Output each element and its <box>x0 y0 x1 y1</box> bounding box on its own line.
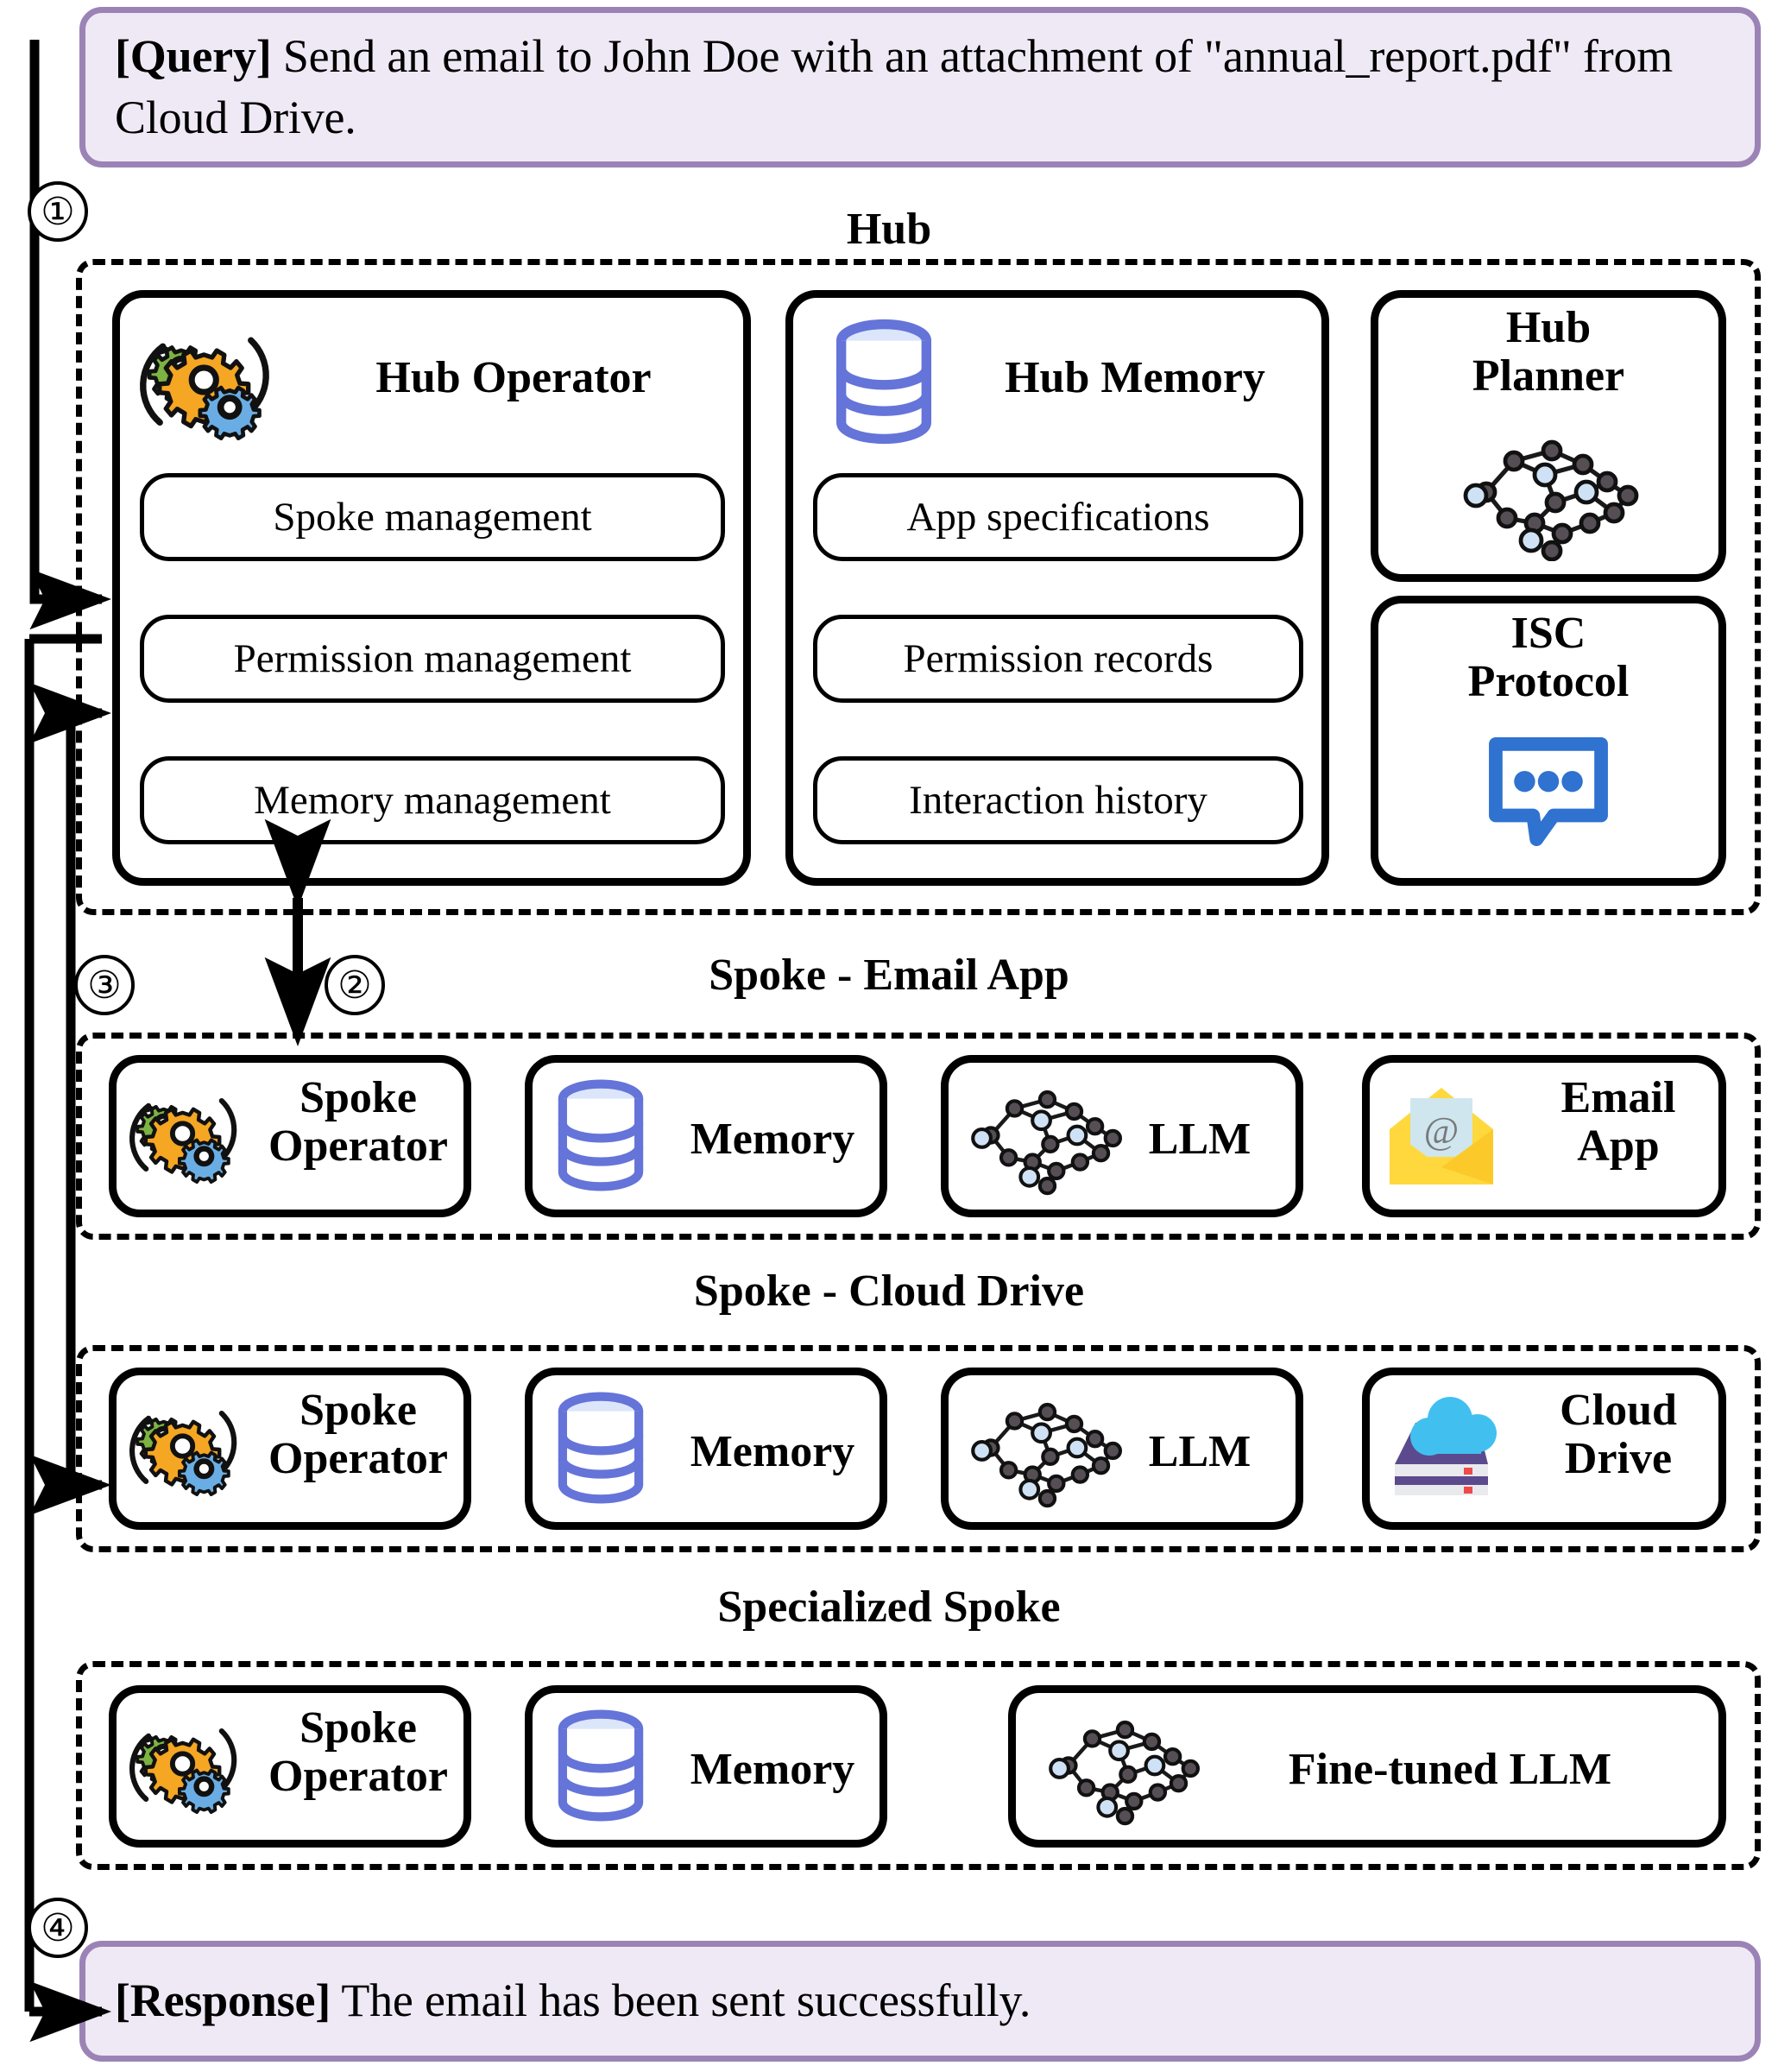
label-line2: Drive <box>1564 1434 1673 1484</box>
spoke-email-operator-label: Spoke Operator <box>259 1073 457 1172</box>
isc-protocol-heading-line2: Protocol <box>1467 657 1630 707</box>
hub-planner-heading: Hub Planner <box>1371 303 1726 401</box>
specialized-operator-label: Spoke Operator <box>259 1703 457 1802</box>
step-number-3: ③ <box>74 955 135 1015</box>
response-label: [Response] <box>115 1974 331 2027</box>
neural-network-icon <box>1049 1720 1200 1826</box>
label-line1: Spoke <box>299 1073 417 1122</box>
hub-operator-item-3[interactable]: Memory management <box>140 756 725 844</box>
label-line2: Operator <box>268 1434 448 1484</box>
step-number-4: ④ <box>28 1898 88 1958</box>
email-envelope-icon: @ <box>1390 1088 1493 1184</box>
gears-icon <box>129 1410 237 1497</box>
specialized-spoke-title: Specialized Spoke <box>717 1582 1061 1632</box>
hub-planner-heading-line1: Hub <box>1505 303 1592 352</box>
label-line2: Operator <box>268 1752 448 1802</box>
cloud-drive-icon <box>1395 1397 1497 1495</box>
isc-protocol-heading: ISC Protocol <box>1371 609 1726 707</box>
isc-protocol-heading-line1: ISC <box>1510 609 1586 658</box>
database-icon <box>558 1392 644 1504</box>
spoke-cloud-memory-label: Memory <box>690 1427 855 1476</box>
query-text: [Query] Send an email to John Doe with a… <box>115 26 1725 149</box>
label-line1: Email <box>1560 1073 1676 1122</box>
response-banner: [Response] The email has been sent succe… <box>79 1941 1761 2062</box>
label-line1: Spoke <box>299 1703 417 1753</box>
database-icon <box>558 1709 644 1822</box>
hub-title: Hub <box>846 205 932 254</box>
hub-memory-heading: Hub Memory <box>1005 353 1265 402</box>
response-body: The email has been sent successfully. <box>331 1974 1031 2027</box>
step-number-2: ② <box>325 955 385 1015</box>
spoke-email-llm-label: LLM <box>1148 1115 1252 1164</box>
database-icon <box>835 319 932 445</box>
hub-memory-item-3[interactable]: Interaction history <box>813 756 1303 844</box>
response-text: [Response] The email has been sent succe… <box>115 1970 1725 2031</box>
neural-network-icon <box>971 1090 1122 1196</box>
query-label: [Query] <box>115 29 272 82</box>
gears-icon <box>129 1728 237 1815</box>
label-line1: Cloud <box>1560 1386 1677 1435</box>
label-line2: Operator <box>268 1121 448 1172</box>
hub-operator-heading: Hub Operator <box>375 353 652 402</box>
spoke-cloud-title: Spoke - Cloud Drive <box>693 1267 1085 1316</box>
hub-memory-item-1[interactable]: App specifications <box>813 473 1303 561</box>
hub-memory-item-2[interactable]: Permission records <box>813 615 1303 703</box>
step-number-1: ① <box>28 181 88 242</box>
spoke-cloud-operator-label: Spoke Operator <box>259 1386 457 1484</box>
specialized-memory-label: Memory <box>690 1745 855 1794</box>
speech-bubble-icon <box>1489 736 1608 846</box>
label-line2: App <box>1577 1121 1660 1172</box>
gears-icon <box>129 1097 237 1184</box>
spoke-cloud-drive-label: Cloud Drive <box>1519 1386 1718 1484</box>
spoke-email-memory-label: Memory <box>690 1115 855 1164</box>
svg-text:@: @ <box>1424 1109 1460 1152</box>
gears-icon <box>140 337 269 440</box>
spoke-cloud-llm-label: LLM <box>1148 1427 1252 1476</box>
label-line1: Spoke <box>299 1386 417 1435</box>
query-body: Send an email to John Doe with an attach… <box>115 29 1674 143</box>
spoke-email-title: Spoke - Email App <box>709 951 1069 1000</box>
query-banner: [Query] Send an email to John Doe with a… <box>79 7 1761 167</box>
specialized-finetuned-llm-label: Fine-tuned LLM <box>1288 1745 1612 1794</box>
neural-network-icon <box>971 1402 1122 1508</box>
database-icon <box>558 1079 644 1191</box>
hub-operator-item-2[interactable]: Permission management <box>140 615 725 703</box>
hub-operator-item-1[interactable]: Spoke management <box>140 473 725 561</box>
neural-network-icon <box>1463 439 1639 561</box>
spoke-email-app-label: Email App <box>1519 1073 1718 1172</box>
hub-planner-heading-line2: Planner <box>1472 351 1625 401</box>
